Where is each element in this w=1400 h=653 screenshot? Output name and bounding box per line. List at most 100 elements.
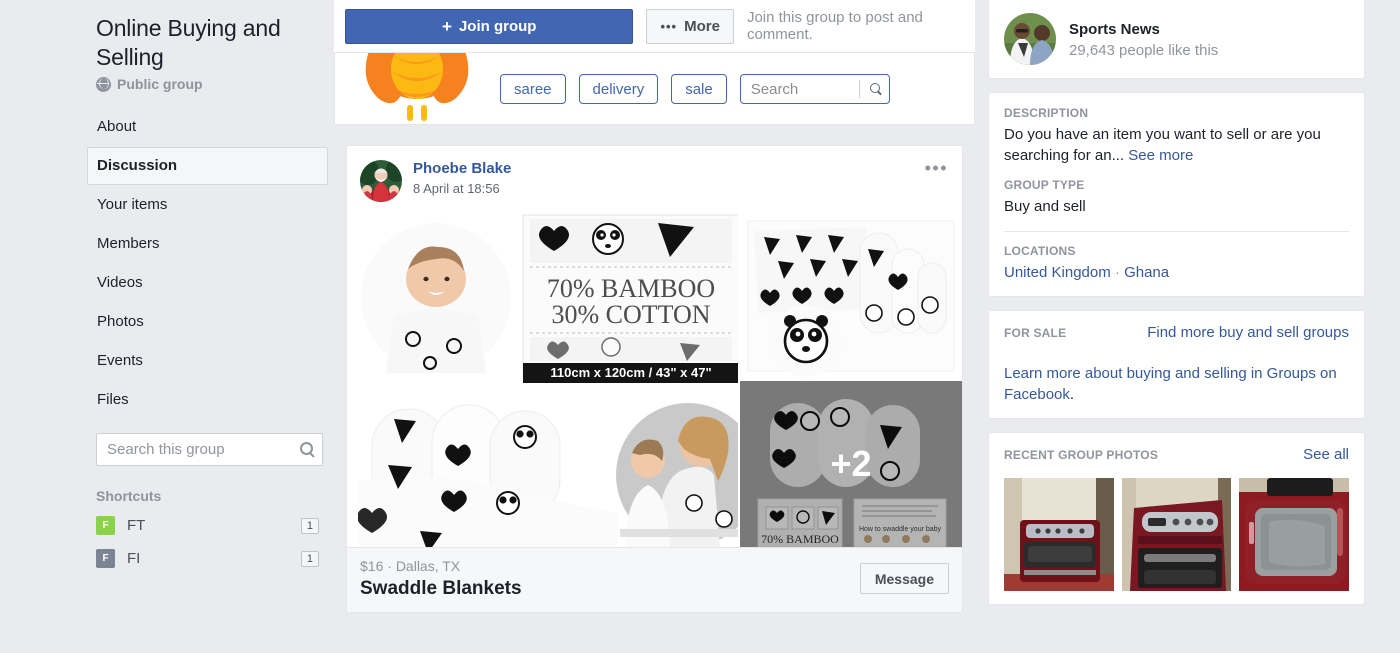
more-button[interactable]: ••• More — [646, 8, 734, 44]
sidebar-item-discussion[interactable]: Discussion — [87, 147, 328, 185]
sidebar-item-members[interactable]: Members — [87, 225, 328, 263]
sidebar-item-your-items[interactable]: Your items — [87, 186, 328, 224]
facebook-group-page: Online Buying and Selling Public group A… — [0, 0, 1400, 653]
description-label: DESCRIPTION — [1004, 106, 1089, 120]
right-sidebar: Sports News 29,643 people like this DESC… — [975, 0, 1400, 653]
tag-pill-saree[interactable]: saree — [500, 74, 566, 104]
divider — [1004, 231, 1349, 232]
listing-separator: · — [387, 558, 392, 574]
shortcut-item-ft[interactable]: F FT 1 — [96, 516, 319, 535]
washing-machine-photo-icon — [1121, 478, 1232, 591]
santa-avatar-icon — [360, 160, 402, 202]
post-author-link[interactable]: Phoebe Blake — [413, 160, 511, 178]
more-photos-overlay[interactable]: +2 — [740, 381, 962, 547]
privacy-label: Public group — [117, 76, 203, 92]
locations-value: United Kingdom · Ghana — [1004, 262, 1349, 283]
sidebar-item-photos[interactable]: Photos — [87, 303, 328, 341]
washing-machine-photo-icon — [1004, 478, 1114, 591]
tag-pill-delivery[interactable]: delivery — [578, 74, 659, 104]
post-photo-main[interactable]: 70% BAMBOO 30% COTTON 110cm x 120cm / 43… — [358, 213, 738, 547]
post-media-side-column: 70% BAMBOO How to swaddle your baby +2 — [740, 213, 962, 547]
learn-more-link[interactable]: Learn more about buying and selling in G… — [1004, 365, 1337, 403]
more-label: More — [684, 17, 720, 35]
sidebar-item-about[interactable]: About — [87, 108, 328, 146]
group-search[interactable] — [96, 433, 323, 466]
search-icon — [869, 83, 880, 93]
avatar[interactable] — [1004, 13, 1056, 65]
owl-mascot-icon — [365, 53, 469, 121]
post-photo-2[interactable] — [740, 213, 962, 379]
about-card: DESCRIPTION Do you have an item you want… — [988, 92, 1365, 297]
for-sale-label: FOR SALE — [1004, 326, 1067, 340]
see-more-link[interactable]: See more — [1128, 147, 1193, 164]
find-more-groups-link[interactable]: Find more buy and sell groups — [1147, 324, 1349, 341]
cover-search-input[interactable] — [740, 75, 889, 103]
listing-info: $16 · Dallas, TX Swaddle Blankets — [360, 557, 860, 600]
period: . — [1069, 386, 1075, 403]
shortcut-label: FI — [127, 550, 141, 567]
sidebar-item-videos[interactable]: Videos — [87, 264, 328, 302]
folded-blankets-image — [740, 213, 962, 379]
description-text: Do you have an item you want to sell or … — [1004, 124, 1349, 166]
see-all-photos-link[interactable]: See all — [1303, 446, 1349, 463]
listing-bar: $16 · Dallas, TX Swaddle Blankets Messag… — [347, 547, 962, 612]
group-nav: About Discussion Your items Members Vide… — [87, 108, 328, 419]
page-promo[interactable]: Sports News 29,643 people like this — [1004, 13, 1349, 65]
page-title: Online Buying and Selling — [96, 15, 281, 70]
group-cover-card: saree delivery sale — [334, 53, 975, 125]
avatar[interactable] — [360, 160, 402, 202]
promo-page-name[interactable]: Sports News — [1069, 20, 1218, 39]
post-photo-3[interactable]: 70% BAMBOO How to swaddle your baby +2 — [740, 381, 962, 547]
group-action-bar: + Join group ••• More Join this group to… — [334, 0, 975, 53]
recent-photos-label: RECENT GROUP PHOTOS — [1004, 448, 1159, 462]
learn-more-text: Learn more about buying and selling in G… — [1004, 363, 1349, 405]
location-ghana[interactable]: Ghana — [1124, 264, 1169, 281]
post-card: Phoebe Blake 8 April at 18:56 ••• 70% BA… — [346, 145, 963, 613]
search-input[interactable] — [97, 434, 322, 465]
shortcut-item-fi[interactable]: F FI 1 — [96, 549, 319, 568]
search-divider — [858, 80, 860, 98]
post-timestamp[interactable]: 8 April at 18:56 — [413, 181, 511, 196]
shortcuts-heading: Shortcuts — [96, 488, 162, 504]
listing-price: $16 — [360, 558, 384, 574]
search-icon — [300, 442, 313, 455]
plus-icon: + — [442, 16, 452, 36]
shortcut-count-badge: 1 — [300, 517, 319, 534]
ellipsis-icon: ••• — [660, 18, 678, 34]
recent-photos-card: RECENT GROUP PHOTOS See all — [988, 432, 1365, 605]
listing-title: Swaddle Blankets — [360, 578, 522, 599]
facebook-badge-icon: F — [96, 516, 115, 535]
recent-photo-2[interactable] — [1121, 478, 1232, 591]
recent-photo-1[interactable] — [1004, 478, 1114, 591]
locations-separator: · — [1114, 264, 1120, 281]
tag-pill-sale[interactable]: sale — [671, 74, 727, 104]
join-hint-text: Join this group to post and comment. — [746, 9, 923, 43]
svg-text:110cm x 120cm / 43" x 47": 110cm x 120cm / 43" x 47" — [550, 365, 711, 380]
group-type-value: Buy and sell — [1004, 198, 1086, 215]
swaddle-collage-image: 70% BAMBOO 30% COTTON 110cm x 120cm / 43… — [358, 213, 738, 547]
recent-photo-3[interactable] — [1239, 478, 1350, 591]
promo-like-count: 29,643 people like this — [1069, 41, 1219, 59]
for-sale-header: FOR SALE Find more buy and sell groups — [1004, 324, 1349, 344]
post-menu-button[interactable]: ••• — [925, 159, 948, 177]
recent-photos-grid — [1004, 478, 1350, 591]
svg-text:70% BAMBOO: 70% BAMBOO — [547, 274, 715, 303]
shortcut-count-badge: 1 — [300, 550, 319, 567]
cover-search[interactable] — [739, 74, 890, 104]
post-media-grid: 70% BAMBOO 30% COTTON 110cm x 120cm / 43… — [347, 213, 962, 547]
join-group-button[interactable]: + Join group — [345, 8, 634, 44]
post-header: Phoebe Blake 8 April at 18:56 ••• — [347, 146, 962, 213]
shortcut-label: FT — [127, 517, 146, 534]
listing-location: Dallas, TX — [395, 558, 461, 574]
locations-label: LOCATIONS — [1004, 244, 1076, 258]
join-group-label: Join group — [458, 17, 537, 35]
facebook-badge-icon: F — [96, 549, 115, 568]
message-button[interactable]: Message — [859, 563, 949, 594]
main-content: + Join group ••• More Join this group to… — [334, 0, 975, 653]
location-united-kingdom[interactable]: United Kingdom — [1004, 264, 1111, 281]
sidebar-item-events[interactable]: Events — [87, 342, 328, 380]
globe-icon — [96, 76, 111, 92]
sidebar-item-files[interactable]: Files — [87, 381, 328, 419]
recent-photos-header: RECENT GROUP PHOTOS See all — [1004, 446, 1349, 466]
left-sidebar: Online Buying and Selling Public group A… — [0, 0, 334, 653]
